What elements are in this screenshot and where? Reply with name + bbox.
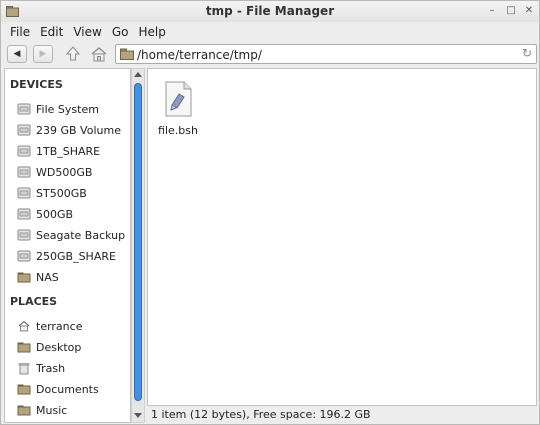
home-folder-icon xyxy=(18,320,30,332)
folder-icon xyxy=(120,48,134,60)
sidebar-item-239gb-volume[interactable]: 239 GB Volume xyxy=(17,121,129,139)
sidebar-item-label: terrance xyxy=(36,319,83,333)
devices-heading: DEVICES xyxy=(10,78,63,91)
reload-icon[interactable]: ↻ xyxy=(522,46,532,60)
folder-icon xyxy=(17,342,31,353)
title-bar[interactable]: tmp - File Manager – □ ✕ xyxy=(1,1,539,22)
sidebar-item-documents[interactable]: Documents xyxy=(17,380,129,398)
drive-icon xyxy=(17,208,31,220)
menu-bar: File Edit View Go Help xyxy=(1,22,539,41)
places-heading: PLACES xyxy=(10,295,58,308)
home-icon[interactable] xyxy=(89,45,109,63)
script-file-icon xyxy=(165,81,192,117)
file-name: file.bsh xyxy=(158,124,198,137)
location-bar[interactable]: /home/terrance/tmp/ ↻ xyxy=(115,44,537,64)
sidebar-item-label: 1TB_SHARE xyxy=(36,144,101,158)
menu-edit[interactable]: Edit xyxy=(35,25,68,39)
drive-icon xyxy=(17,124,31,136)
drive-icon xyxy=(17,229,31,241)
sidebar-item-wd500gb[interactable]: WD500GB xyxy=(17,163,129,181)
sidebar-item-label: 500GB xyxy=(36,207,74,221)
file-view[interactable]: file.bsh xyxy=(147,68,537,406)
drive-icon xyxy=(17,166,31,178)
sidebar-item-file-system[interactable]: File System xyxy=(17,100,129,118)
scrollbar-thumb[interactable] xyxy=(134,83,142,401)
menu-help[interactable]: Help xyxy=(133,25,170,39)
sidebar-item-label: NAS xyxy=(36,270,59,284)
sidebar-item-seagate-backup[interactable]: Seagate Backup ... xyxy=(17,226,129,244)
sidebar-item-label: WD500GB xyxy=(36,165,93,179)
scroll-up-icon[interactable] xyxy=(134,72,142,77)
sidebar-item-st500gb[interactable]: ST500GB xyxy=(17,184,129,202)
side-pane-scrollbar[interactable] xyxy=(131,68,145,423)
status-bar: 1 item (12 bytes), Free space: 196.2 GB xyxy=(151,408,371,421)
back-button[interactable]: ◀ xyxy=(7,45,27,63)
file-item[interactable]: file.bsh xyxy=(158,81,198,137)
sidebar-item-1tb-share[interactable]: 1TB_SHARE xyxy=(17,142,129,160)
trash-icon xyxy=(18,363,30,375)
sidebar-item-500gb[interactable]: 500GB xyxy=(17,205,129,223)
sidebar-item-music[interactable]: Music xyxy=(17,401,129,419)
maximize-button[interactable]: □ xyxy=(505,5,517,17)
sidebar-item-label: ST500GB xyxy=(36,186,87,200)
menu-file[interactable]: File xyxy=(5,25,35,39)
drive-icon xyxy=(17,250,31,262)
scroll-down-icon[interactable] xyxy=(134,413,142,418)
sidebar-item-nas[interactable]: NAS xyxy=(17,268,129,286)
up-arrow-icon[interactable] xyxy=(63,45,83,63)
side-pane: DEVICES File System 239 GB Volume 1TB_SH… xyxy=(4,68,131,423)
window-title: tmp - File Manager xyxy=(205,4,335,18)
sidebar-item-label: Music xyxy=(36,403,68,417)
sidebar-item-terrance[interactable]: terrance xyxy=(17,317,129,335)
drive-icon xyxy=(17,103,31,115)
minimize-button[interactable]: – xyxy=(486,5,498,17)
sidebar-item-label: Documents xyxy=(36,382,99,396)
sidebar-item-desktop[interactable]: Desktop xyxy=(17,338,129,356)
drive-icon xyxy=(17,145,31,157)
sidebar-item-label: 239 GB Volume xyxy=(36,123,121,137)
sidebar-item-trash[interactable]: Trash xyxy=(17,359,129,377)
location-path[interactable]: /home/terrance/tmp/ xyxy=(137,48,262,62)
sidebar-item-label: Desktop xyxy=(36,340,82,354)
forward-button[interactable]: ▶ xyxy=(33,45,53,63)
drive-icon xyxy=(17,187,31,199)
folder-icon xyxy=(17,384,31,395)
menu-view[interactable]: View xyxy=(68,25,106,39)
sidebar-item-250gb-share[interactable]: 250GB_SHARE xyxy=(17,247,129,265)
network-folder-icon xyxy=(17,272,31,283)
sidebar-item-label: 250GB_SHARE xyxy=(36,249,116,263)
close-button[interactable]: ✕ xyxy=(523,5,535,17)
sidebar-item-label: Seagate Backup ... xyxy=(36,228,129,242)
sidebar-item-label: Trash xyxy=(36,361,66,375)
file-manager-window: tmp - File Manager – □ ✕ File Edit View … xyxy=(0,0,540,425)
sidebar-item-label: File System xyxy=(36,102,99,116)
folder-icon xyxy=(17,405,31,416)
toolbar: ◀ ▶ /home/terrance/tmp/ ↻ xyxy=(1,41,539,67)
menu-go[interactable]: Go xyxy=(107,25,134,39)
